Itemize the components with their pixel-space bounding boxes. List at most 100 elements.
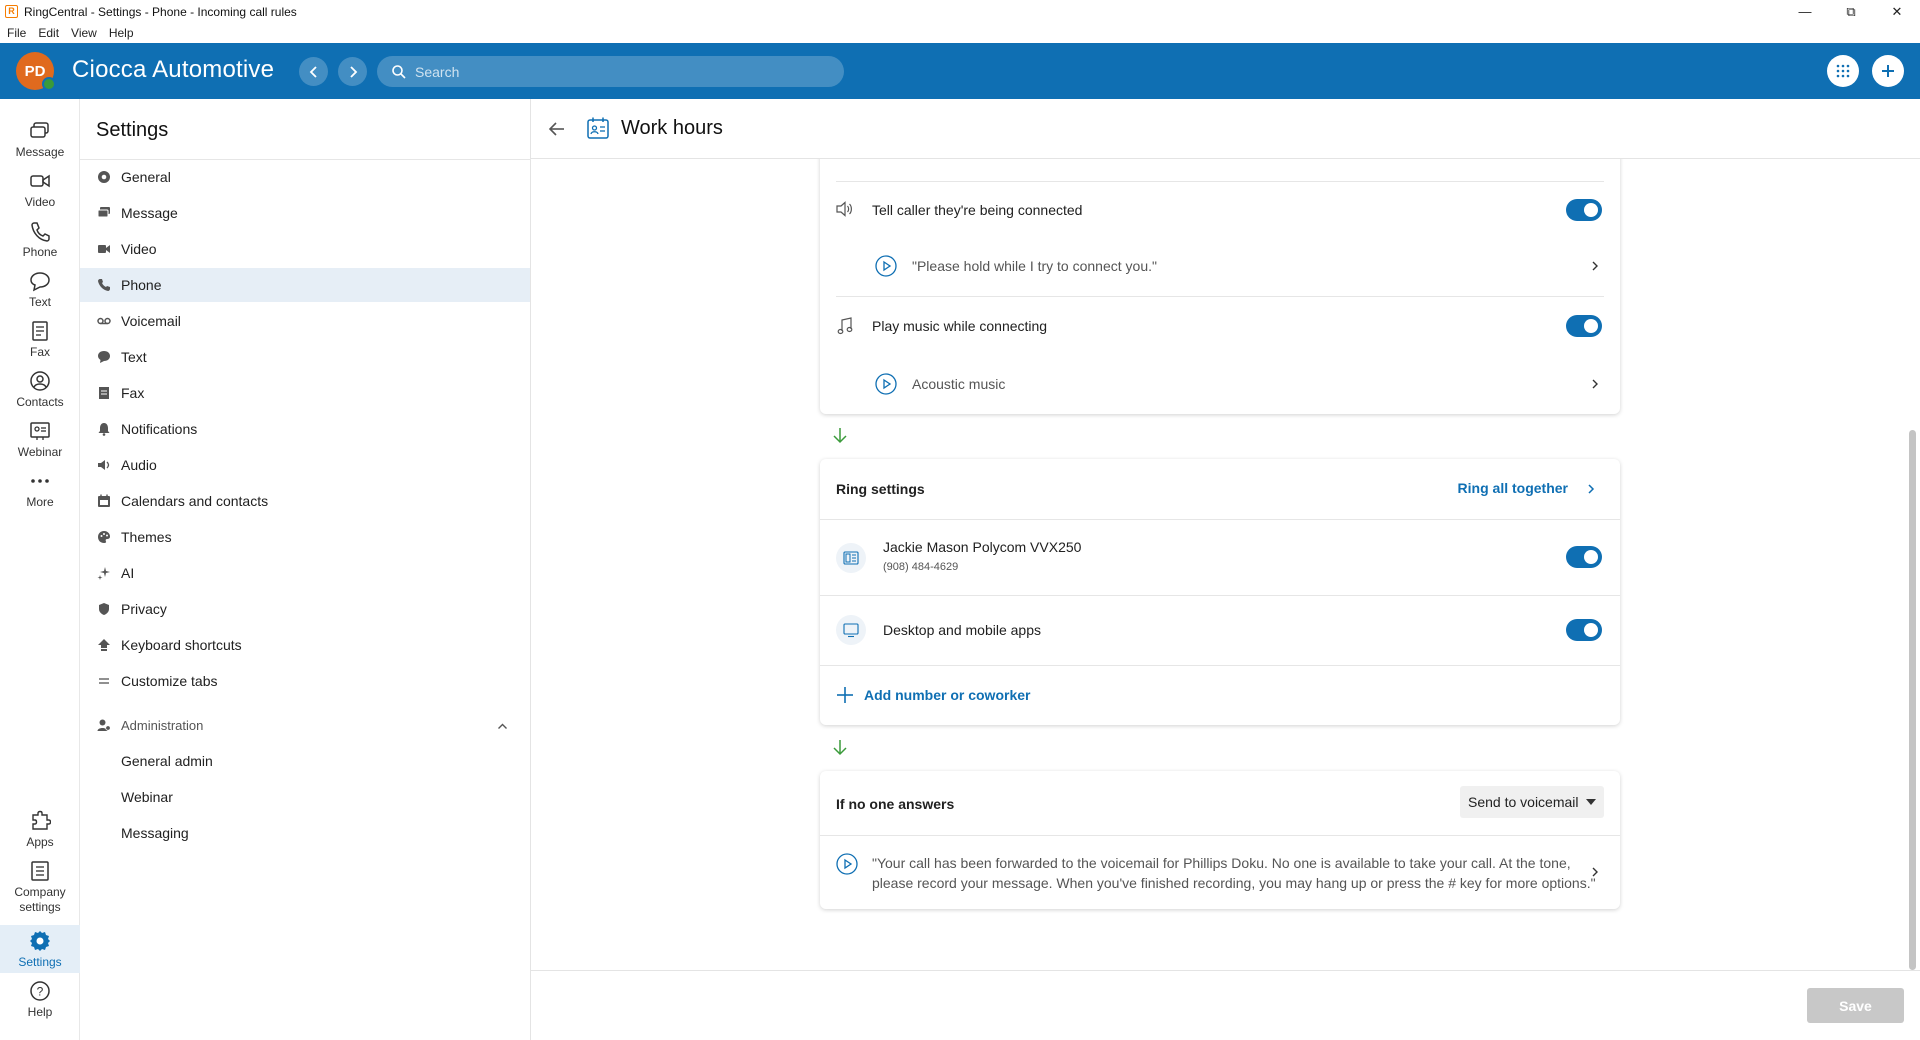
rail-help[interactable]: ? Help — [0, 979, 80, 1029]
rail-fax[interactable]: Fax — [0, 319, 80, 369]
chevron-right-icon[interactable] — [1590, 379, 1600, 389]
arrow-down-icon — [833, 428, 847, 444]
restore-icon[interactable]: ⧉ — [1828, 0, 1874, 23]
add-number-row[interactable]: Add number or coworker — [820, 665, 1620, 725]
settings-item-keyboard[interactable]: Keyboard shortcuts — [80, 628, 530, 662]
settings-item-video[interactable]: Video — [80, 232, 530, 266]
settings-item-ai[interactable]: AI — [80, 556, 530, 590]
rail-phone[interactable]: Phone — [0, 219, 80, 269]
menu-lines-icon — [96, 673, 112, 689]
forward-nav-button[interactable] — [338, 57, 367, 86]
rail-text[interactable]: Text — [0, 269, 80, 319]
save-button[interactable]: Save — [1807, 988, 1904, 1023]
play-icon[interactable] — [875, 373, 897, 395]
voicemail-greeting-line-2: please record your message. When you've … — [872, 875, 1596, 891]
settings-item-privacy[interactable]: Privacy — [80, 592, 530, 626]
voicemail-greeting-row[interactable]: "Your call has been forwarded to the voi… — [820, 835, 1620, 909]
chevron-right-icon[interactable] — [1590, 261, 1600, 271]
device-toggle[interactable] — [1566, 546, 1602, 568]
no-answer-action: Send to voicemail — [1468, 794, 1579, 810]
menu-edit[interactable]: Edit — [38, 26, 59, 40]
admin-item-general-admin[interactable]: General admin — [80, 744, 530, 778]
tell-caller-message-row[interactable]: "Please hold while I try to connect you.… — [820, 239, 1620, 295]
menu-help[interactable]: Help — [109, 26, 134, 40]
no-answer-action-select[interactable]: Send to voicemail — [1460, 786, 1604, 818]
ring-settings-header: Ring settings Ring all together — [820, 459, 1620, 519]
ringcentral-app-icon: R — [5, 5, 18, 18]
scrollbar[interactable] — [1909, 430, 1916, 970]
rail-settings[interactable]: Settings — [0, 925, 80, 973]
message-icon — [96, 205, 112, 221]
bell-icon — [96, 421, 112, 437]
rail-more[interactable]: More — [0, 469, 80, 519]
music-row[interactable]: Acoustic music — [820, 356, 1620, 412]
calendar-icon — [96, 493, 112, 509]
play-music-row: Play music while connecting — [820, 296, 1620, 356]
avatar[interactable]: PD — [16, 52, 56, 91]
main-header: Work hours — [531, 99, 1920, 159]
speaker-icon — [96, 457, 112, 473]
ring-mode-link[interactable]: Ring all together — [1458, 480, 1568, 496]
top-header: PD Ciocca Automotive — [0, 43, 1920, 99]
search-box[interactable] — [377, 56, 844, 87]
chevron-right-icon[interactable] — [1586, 484, 1596, 494]
rail-apps[interactable]: Apps — [0, 809, 80, 859]
dialpad-icon — [1836, 64, 1850, 78]
play-icon[interactable] — [875, 255, 897, 277]
device-name: Jackie Mason Polycom VVX250 — [883, 539, 1082, 555]
settings-item-calendars[interactable]: Calendars and contacts — [80, 484, 530, 518]
rail-message[interactable]: Message — [0, 119, 80, 169]
presence-icon — [42, 77, 56, 91]
settings-icon — [28, 929, 52, 953]
rail-webinar[interactable]: Webinar — [0, 419, 80, 469]
message-icon — [28, 119, 52, 143]
settings-item-text[interactable]: Text — [80, 340, 530, 374]
close-icon[interactable]: ✕ — [1874, 0, 1920, 23]
settings-item-fax[interactable]: Fax — [80, 376, 530, 410]
monitor-icon — [836, 615, 866, 645]
chevron-right-icon[interactable] — [1590, 867, 1600, 877]
apps-icon — [28, 809, 52, 833]
settings-item-audio[interactable]: Audio — [80, 448, 530, 482]
menu-file[interactable]: File — [7, 26, 26, 40]
desk-phone-icon — [836, 543, 866, 573]
settings-item-message[interactable]: Message — [80, 196, 530, 230]
tell-caller-toggle[interactable] — [1566, 199, 1602, 221]
settings-title: Settings — [96, 119, 169, 141]
play-music-toggle[interactable] — [1566, 315, 1602, 337]
settings-item-customize-tabs[interactable]: Customize tabs — [80, 664, 530, 698]
window-titlebar: R RingCentral - Settings - Phone - Incom… — [0, 0, 1920, 23]
tell-caller-row: Tell caller they're being connected — [820, 181, 1620, 239]
back-nav-button[interactable] — [299, 57, 328, 86]
rail-company-settings[interactable]: Company settings — [0, 859, 80, 923]
back-arrow-icon[interactable] — [547, 119, 567, 139]
settings-item-phone[interactable]: Phone — [80, 268, 530, 302]
apps-toggle[interactable] — [1566, 619, 1602, 641]
settings-item-voicemail[interactable]: Voicemail — [80, 304, 530, 338]
search-input[interactable] — [415, 63, 815, 80]
dialpad-button[interactable] — [1827, 55, 1859, 87]
palette-icon — [96, 529, 112, 545]
voicemail-greeting-line-1: "Your call has been forwarded to the voi… — [872, 855, 1571, 871]
admin-item-messaging[interactable]: Messaging — [80, 816, 530, 850]
add-number-link[interactable]: Add number or coworker — [864, 687, 1030, 703]
rail-contacts[interactable]: Contacts — [0, 369, 80, 419]
settings-panel: Settings General Message Video Phone Voi… — [80, 99, 531, 1040]
help-icon: ? — [28, 979, 52, 1003]
minimize-icon[interactable]: — — [1782, 0, 1828, 23]
fax-icon — [28, 319, 52, 343]
add-button[interactable] — [1872, 55, 1904, 87]
speaker-icon — [836, 201, 852, 217]
company-settings-icon — [28, 859, 52, 883]
admin-item-webinar[interactable]: Webinar — [80, 780, 530, 814]
voicemail-icon — [96, 313, 112, 329]
settings-item-notifications[interactable]: Notifications — [80, 412, 530, 446]
chevron-right-icon — [349, 65, 357, 78]
play-icon[interactable] — [836, 853, 858, 875]
settings-item-themes[interactable]: Themes — [80, 520, 530, 554]
menu-view[interactable]: View — [71, 26, 97, 40]
chevron-up-icon[interactable] — [497, 719, 508, 735]
settings-item-general[interactable]: General — [80, 160, 530, 194]
administration-header[interactable]: Administration — [80, 708, 530, 742]
rail-video[interactable]: Video — [0, 169, 80, 219]
